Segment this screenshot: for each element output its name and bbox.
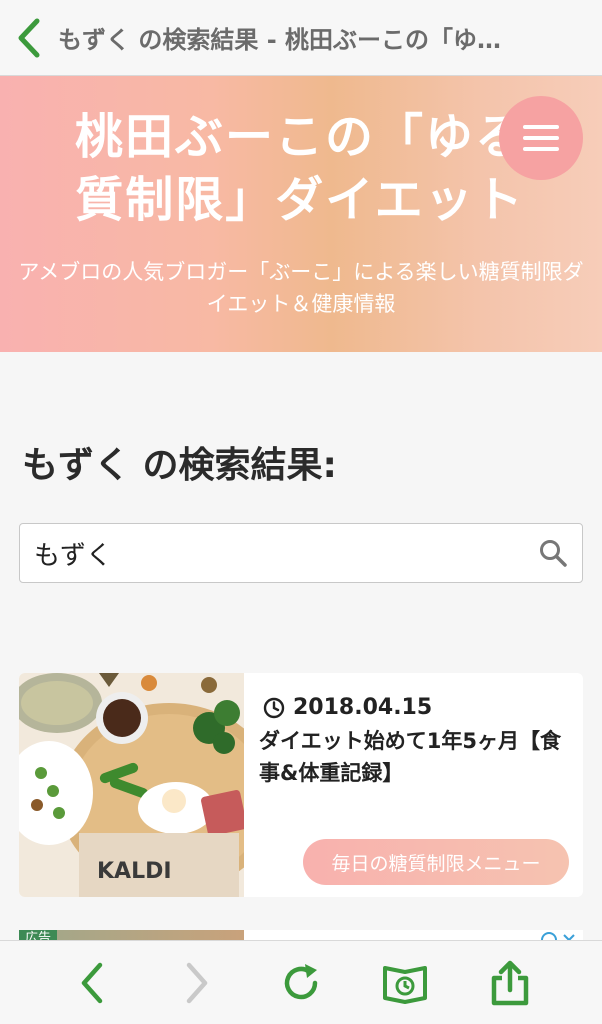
share-icon xyxy=(491,960,528,1005)
site-title-line-1: 桃田ぶーこの「ゆる xyxy=(74,109,525,165)
search-icon xyxy=(540,540,567,567)
post-date: 2018.04.15 xyxy=(263,695,432,720)
bookmarks-icon xyxy=(383,965,428,1004)
thumb-kaldi-text: KALDI xyxy=(97,859,172,884)
browser-top-bar: もずく の検索結果 - 桃田ぶーこの「ゆ… xyxy=(0,0,602,76)
search-button[interactable] xyxy=(538,538,568,572)
search-box xyxy=(19,523,583,583)
site-description: アメブロの人気ブロガー「ぶーこ」による楽しい糖質制限ダイエット＆健康情報 xyxy=(18,260,584,316)
clock-icon xyxy=(263,697,285,718)
browser-bottom-toolbar xyxy=(0,940,602,1024)
menu-icon xyxy=(523,125,559,129)
nav-forward-button[interactable] xyxy=(167,953,227,1013)
reload-icon xyxy=(284,963,318,999)
search-results-heading: もずく の検索結果: xyxy=(22,445,337,486)
share-button[interactable] xyxy=(480,953,540,1013)
back-button[interactable] xyxy=(0,0,58,76)
category-tag[interactable]: 毎日の糖質制限メニュー xyxy=(303,839,569,885)
post-title[interactable]: ダイエット始めて1年5ヶ月【食事&体重記録】 xyxy=(259,725,575,789)
search-result-card[interactable]: KALDI 2018.04.15 ダイエット始めて1年5ヶ月【食事&体重記録】 … xyxy=(19,673,583,897)
search-input[interactable] xyxy=(34,538,514,568)
nav-back-icon xyxy=(81,962,103,1003)
back-chevron-icon xyxy=(18,18,40,57)
post-date-text: 2018.04.15 xyxy=(293,695,433,720)
result-thumbnail[interactable]: KALDI xyxy=(19,673,244,897)
site-title[interactable]: 桃田ぶーこの「ゆる 質制限」ダイエット xyxy=(20,106,580,232)
nav-forward-icon xyxy=(186,962,207,1003)
site-header-banner: 桃田ぶーこの「ゆる 質制限」ダイエット アメブロの人気ブロガー「ぶーこ」による楽… xyxy=(0,76,602,352)
reload-button[interactable] xyxy=(271,953,331,1013)
page-title-bar: もずく の検索結果 - 桃田ぶーこの「ゆ… xyxy=(58,26,502,54)
nav-back-button[interactable] xyxy=(62,953,122,1013)
bookmarks-button[interactable] xyxy=(375,953,435,1013)
site-title-line-2: 質制限」ダイエット xyxy=(75,172,525,228)
menu-button[interactable] xyxy=(499,96,583,180)
